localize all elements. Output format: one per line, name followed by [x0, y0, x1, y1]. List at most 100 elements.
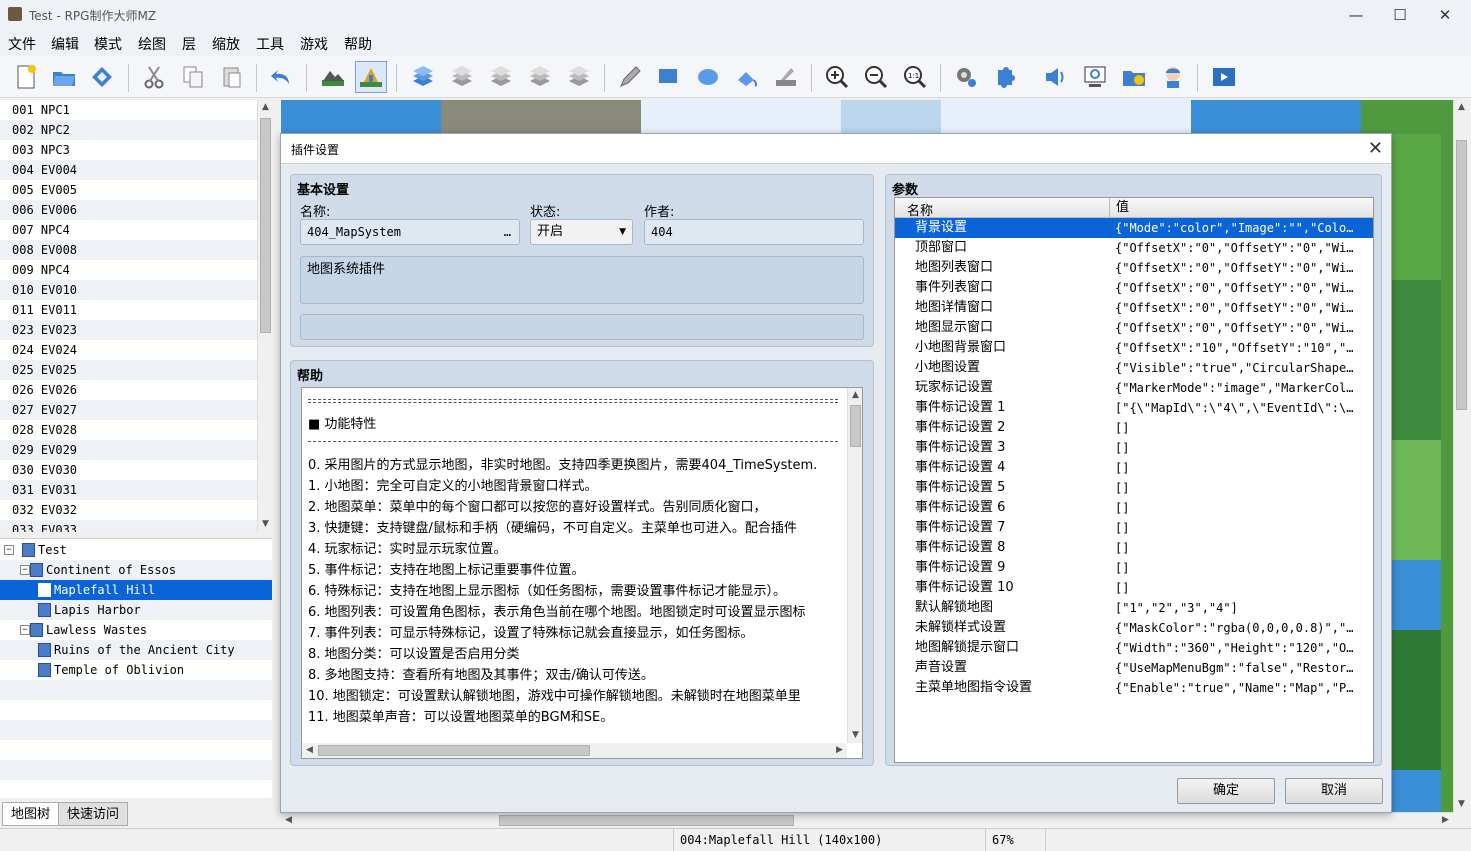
author-field[interactable]: 404 — [644, 219, 864, 245]
new-project-icon[interactable] — [10, 61, 42, 93]
map-tree-node[interactable]: Temple of Oblivion — [0, 660, 272, 680]
layer-2-icon[interactable] — [485, 61, 517, 93]
parameter-row[interactable]: 地图解锁提示窗口 {"Width":"360","Height":"120","O… — [895, 638, 1373, 658]
menu-game[interactable]: 游戏 — [300, 34, 328, 54]
event-list[interactable]: 001 NPC1 002 NPC2 003 NPC3 004 EV004 005 EV0… — [0, 100, 272, 532]
minimize-button[interactable]: — — [1336, 4, 1376, 26]
parameter-row[interactable]: 顶部窗口 {"OffsetX":"0","OffsetY":"0","Wi… — [895, 238, 1373, 258]
map-scroll-thumb[interactable] — [1456, 140, 1467, 410]
map-tree-node[interactable]: Maplefall Hill — [0, 580, 272, 600]
event-list-scrollbar[interactable]: ▲ ▼ — [257, 100, 272, 532]
event-list-item[interactable]: 028 EV028 — [0, 420, 257, 440]
event-mode-icon[interactable] — [355, 61, 387, 93]
event-list-item[interactable]: 024 EV024 — [0, 340, 257, 360]
status-select[interactable]: 开启 ▼ — [530, 219, 633, 245]
ok-button[interactable]: 确定 — [1177, 778, 1275, 804]
dialog-close-button[interactable]: ✕ — [1368, 138, 1383, 159]
copy-icon[interactable] — [177, 61, 209, 93]
parameter-row[interactable]: 声音设置 {"UseMapMenuBgm":"false","Restor… — [895, 658, 1373, 678]
zoom-in-icon[interactable] — [821, 61, 853, 93]
event-list-item[interactable]: 032 EV032 — [0, 500, 257, 520]
parameter-row[interactable]: 未解锁样式设置 {"MaskColor":"rgba(0,0,0,0.8)","… — [895, 618, 1373, 638]
help-text-box[interactable]: ■ 功能特性 0. 采用图片的方式显示地图，非实时地图。支持四季更换图片，需要4… — [301, 387, 863, 759]
cancel-button[interactable]: 取消 — [1285, 778, 1383, 804]
character-generator-icon[interactable] — [1157, 61, 1189, 93]
parameter-row[interactable]: 主菜单地图指令设置 {"Enable":"true","Name":"Map","… — [895, 678, 1373, 698]
help-scroll-left-arrow[interactable]: ◀ — [302, 743, 317, 758]
layer-auto-icon[interactable] — [407, 61, 439, 93]
menu-edit[interactable]: 编辑 — [51, 34, 79, 54]
rectangle-icon[interactable] — [653, 61, 685, 93]
event-list-item[interactable]: 026 EV026 — [0, 380, 257, 400]
map-scroll-left-arrow[interactable]: ◀ — [281, 813, 296, 828]
map-tree-node[interactable]: Ruins of the Ancient City — [0, 640, 272, 660]
parameter-row[interactable]: 事件标记设置 1 ["{\"MapId\":\"4\",\"EventId\":\… — [895, 398, 1373, 418]
parameters-table[interactable]: 名称 值 背景设置 {"Mode":"color","Image":"","Col… — [894, 197, 1374, 763]
parameter-row[interactable]: 事件列表窗口 {"OffsetX":"0","OffsetY":"0","Wi… — [895, 278, 1373, 298]
menu-zoom[interactable]: 缩放 — [212, 34, 240, 54]
help-scroll-up-arrow[interactable]: ▲ — [848, 388, 863, 403]
help-scrollbar[interactable]: ▲ ▼ — [847, 388, 862, 743]
tab-map-tree[interactable]: 地图树 — [2, 802, 60, 826]
map-scroll-up-arrow[interactable]: ▲ — [1454, 100, 1469, 115]
collapse-toggle-icon[interactable]: − — [4, 545, 14, 555]
map-scroll-right-arrow[interactable]: ▶ — [1438, 813, 1453, 828]
close-window-button[interactable]: ✕ — [1425, 4, 1465, 26]
help-hscroll-thumb[interactable] — [318, 745, 590, 756]
collapse-toggle-icon[interactable]: − — [20, 565, 30, 575]
menu-layer[interactable]: 层 — [182, 34, 196, 54]
description-field[interactable]: 地图系统插件 — [300, 256, 864, 304]
event-list-item[interactable]: 033 EV033 — [0, 520, 257, 532]
sound-test-icon[interactable] — [1039, 61, 1071, 93]
open-project-icon[interactable] — [48, 61, 80, 93]
event-list-item[interactable]: 008 EV008 — [0, 240, 257, 260]
zoom-out-icon[interactable] — [860, 61, 892, 93]
event-searcher-icon[interactable] — [1079, 61, 1111, 93]
scroll-up-arrow[interactable]: ▲ — [258, 100, 273, 115]
menu-mode[interactable]: 模式 — [94, 34, 122, 54]
layer-1-icon[interactable] — [446, 61, 478, 93]
event-list-item[interactable]: 004 EV004 — [0, 160, 257, 180]
extra-field[interactable] — [300, 314, 864, 340]
plugin-manager-icon[interactable] — [989, 61, 1021, 93]
parameter-row[interactable]: 背景设置 {"Mode":"color","Image":"","Colo… — [895, 218, 1373, 238]
undo-icon[interactable] — [266, 61, 298, 93]
parameter-row[interactable]: 地图显示窗口 {"OffsetX":"0","OffsetY":"0","Wi… — [895, 318, 1373, 338]
collapse-toggle-icon[interactable]: − — [20, 625, 30, 635]
parameter-row[interactable]: 事件标记设置 8 [] — [895, 538, 1373, 558]
menu-file[interactable]: 文件 — [8, 34, 36, 54]
event-list-item[interactable]: 027 EV027 — [0, 400, 257, 420]
paste-icon[interactable] — [216, 61, 248, 93]
event-list-item[interactable]: 011 EV011 — [0, 300, 257, 320]
save-project-icon[interactable] — [86, 61, 118, 93]
map-tree[interactable]: − Test − Continent of Essos Maplefall Hill La… — [0, 538, 272, 798]
maximize-button[interactable]: ☐ — [1380, 4, 1420, 26]
plugin-name-field[interactable]: 404_MapSystem … — [300, 219, 520, 245]
menu-draw[interactable]: 绘图 — [138, 34, 166, 54]
cut-icon[interactable] — [138, 61, 170, 93]
map-tree-node[interactable]: − Continent of Essos — [0, 560, 272, 580]
parameter-row[interactable]: 地图详情窗口 {"OffsetX":"0","OffsetY":"0","Wi… — [895, 298, 1373, 318]
help-scroll-thumb[interactable] — [850, 405, 861, 447]
parameter-row[interactable]: 事件标记设置 3 [] — [895, 438, 1373, 458]
pencil-icon[interactable] — [614, 61, 646, 93]
database-icon[interactable] — [950, 61, 982, 93]
zoom-actual-icon[interactable]: 1:1 — [899, 61, 931, 93]
parameter-row[interactable]: 事件标记设置 2 [] — [895, 418, 1373, 438]
parameter-row[interactable]: 小地图设置 {"Visible":"true","CircularShape… — [895, 358, 1373, 378]
map-tree-node[interactable]: − Test — [0, 540, 272, 560]
help-hscrollbar[interactable]: ◀ ▶ — [302, 743, 847, 758]
event-list-item[interactable]: 003 NPC3 — [0, 140, 257, 160]
event-list-item[interactable]: 005 EV005 — [0, 180, 257, 200]
parameter-row[interactable]: 事件标记设置 9 [] — [895, 558, 1373, 578]
ellipse-icon[interactable] — [692, 61, 724, 93]
map-vertical-scrollbar[interactable]: ▲ ▼ — [1453, 100, 1468, 812]
resource-manager-icon[interactable] — [1118, 61, 1150, 93]
event-list-item[interactable]: 031 EV031 — [0, 480, 257, 500]
tab-quick-access[interactable]: 快速访问 — [58, 802, 129, 826]
help-scroll-right-arrow[interactable]: ▶ — [832, 743, 847, 758]
layer-4-icon[interactable] — [563, 61, 595, 93]
map-tree-node[interactable]: − Lawless Wastes — [0, 620, 272, 640]
event-list-item[interactable]: 029 EV029 — [0, 440, 257, 460]
event-list-item[interactable]: 001 NPC1 — [0, 100, 257, 120]
